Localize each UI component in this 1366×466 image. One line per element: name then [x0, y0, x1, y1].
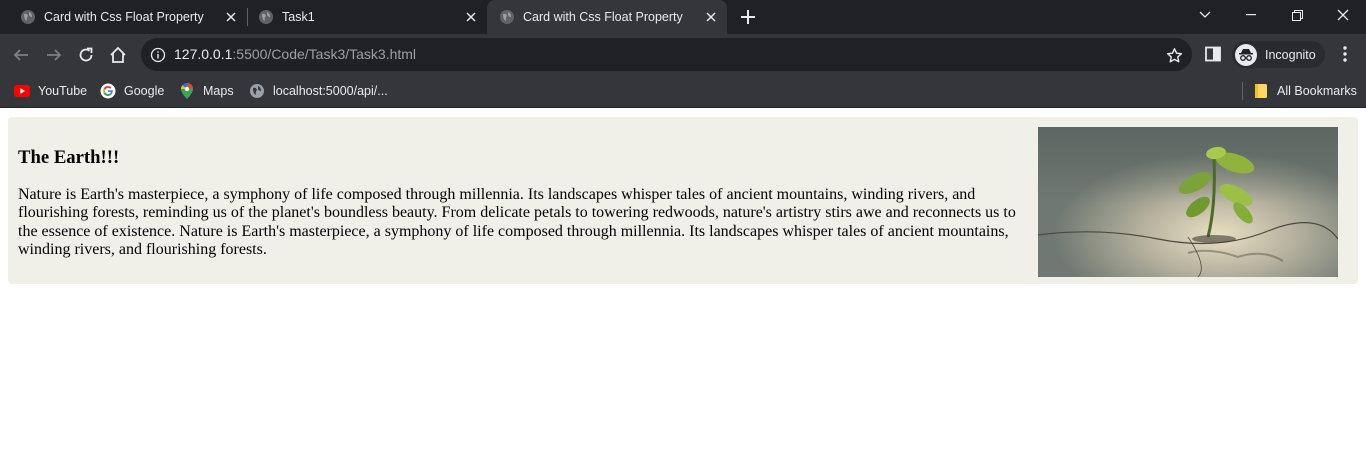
arrow-left-icon: [13, 49, 28, 61]
forward-button[interactable]: [41, 42, 67, 68]
bookmark-label: localhost:5000/api/...: [273, 84, 388, 98]
close-icon: [1337, 9, 1349, 21]
profile-button[interactable]: Incognito: [1232, 41, 1325, 68]
new-tab-button[interactable]: [737, 6, 759, 28]
tab-search-button[interactable]: [1182, 0, 1228, 30]
url-path: :5500/Code/Task3/Task3.html: [232, 46, 417, 62]
maps-icon: [179, 83, 195, 99]
bookmark-label: YouTube: [38, 84, 88, 98]
reload-icon: [79, 47, 93, 62]
close-icon[interactable]: [463, 9, 479, 25]
card-title: The Earth!!!: [18, 147, 120, 168]
back-button[interactable]: [8, 42, 34, 68]
restore-icon: [1291, 9, 1303, 21]
tab-card-float-2[interactable]: Card with Css Float Property: [487, 0, 727, 34]
minimize-icon: [1246, 14, 1256, 16]
bookmarks-bar: YouTube Google Maps localhost:5000/api/.…: [0, 75, 1366, 108]
tab-title: Task1: [282, 10, 315, 24]
restore-button[interactable]: [1274, 0, 1320, 30]
bookmark-label: Google: [124, 84, 165, 98]
close-icon[interactable]: [703, 9, 719, 25]
bookmark-label: Maps: [203, 84, 234, 98]
minimize-button[interactable]: [1228, 0, 1274, 30]
url-text: 127.0.0.1:5500/Code/Task3/Task3.html: [174, 46, 416, 62]
tab-strip: Card with Css Float Property Task1 Card …: [0, 0, 1366, 34]
earth-card: The Earth!!! Nature is Earth's masterpie…: [8, 117, 1358, 284]
globe-icon: [499, 9, 515, 25]
globe-icon: [249, 83, 265, 99]
bookmark-maps[interactable]: Maps: [179, 82, 234, 100]
more-vert-icon: [1343, 46, 1347, 62]
site-info-icon[interactable]: [149, 46, 167, 64]
bookmark-star-icon[interactable]: [1164, 45, 1184, 65]
home-button[interactable]: [105, 42, 131, 68]
youtube-icon: [14, 83, 30, 99]
all-bookmarks-label: All Bookmarks: [1277, 84, 1357, 98]
close-window-button[interactable]: [1320, 0, 1366, 30]
browser-toolbar: 127.0.0.1:5500/Code/Task3/Task3.html Inc…: [0, 34, 1366, 75]
plus-icon: [741, 10, 755, 24]
bookmark-localhost[interactable]: localhost:5000/api/...: [249, 82, 388, 100]
reload-button[interactable]: [73, 42, 99, 68]
globe-icon: [258, 9, 274, 25]
bookmarks-divider: [1242, 82, 1243, 100]
folder-icon: [1253, 83, 1269, 99]
tab-title: Card with Css Float Property: [523, 10, 683, 24]
close-icon[interactable]: [223, 9, 239, 25]
arrow-right-icon: [47, 49, 62, 61]
home-icon: [110, 46, 126, 63]
incognito-icon: [1235, 43, 1257, 66]
bookmark-google[interactable]: Google: [100, 82, 164, 100]
globe-icon: [20, 9, 36, 25]
address-bar[interactable]: 127.0.0.1:5500/Code/Task3/Task3.html: [141, 38, 1192, 71]
tab-title: Card with Css Float Property: [44, 10, 204, 24]
chevron-down-icon: [1199, 11, 1211, 18]
card-text: Nature is Earth's masterpiece, a symphon…: [18, 186, 1016, 258]
sprout-image: [1038, 127, 1338, 277]
google-icon: [100, 83, 116, 99]
side-panel-button[interactable]: [1203, 44, 1223, 64]
all-bookmarks-button[interactable]: All Bookmarks: [1253, 82, 1357, 100]
side-panel-icon: [1205, 46, 1221, 62]
bookmark-youtube[interactable]: YouTube: [14, 82, 87, 100]
tab-card-float-1[interactable]: Card with Css Float Property: [0, 0, 247, 34]
page-viewport: The Earth!!! Nature is Earth's masterpie…: [0, 109, 1366, 466]
url-host: 127.0.0.1: [174, 46, 233, 62]
tab-task1[interactable]: Task1: [238, 0, 487, 34]
profile-label: Incognito: [1265, 47, 1316, 62]
browser-menu-button[interactable]: [1336, 44, 1354, 64]
